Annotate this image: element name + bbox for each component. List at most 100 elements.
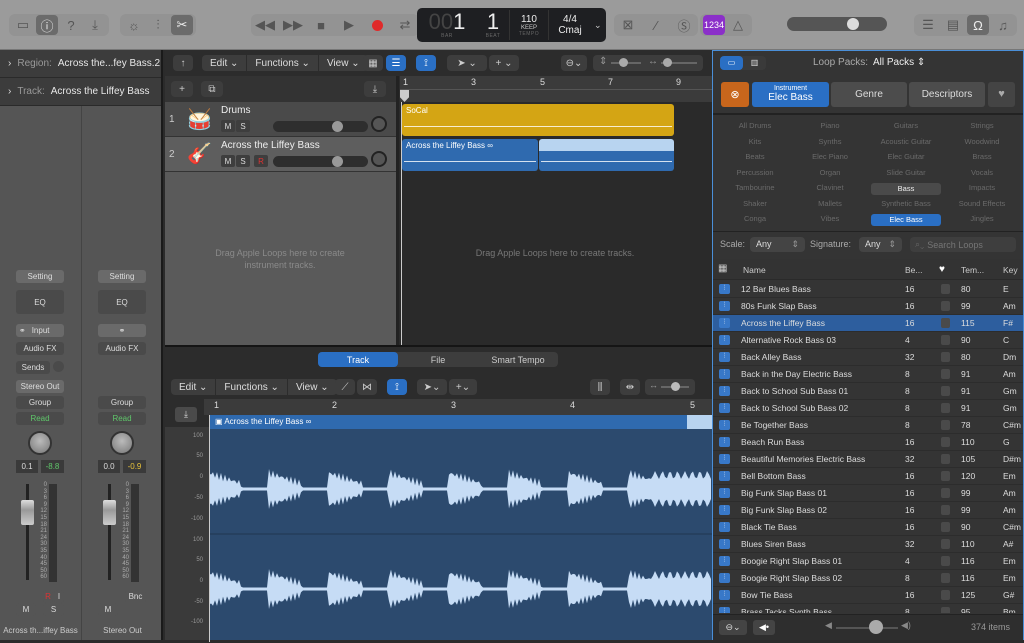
playhead[interactable] [400,90,409,102]
group-button[interactable]: Group [98,396,146,409]
category-woodwind[interactable]: Woodwind [947,137,1017,146]
editor-ruler[interactable]: 1 2 3 4 5 [204,399,712,415]
setting-button[interactable]: Setting [16,270,64,283]
loop-row[interactable]: ⫶ Beach Run Bass 16 110 G [713,434,1023,451]
loop-row[interactable]: ⫶ Big Funk Slap Bass 01 16 99 Am [713,485,1023,502]
record-enable-button[interactable]: R [254,155,268,167]
favorite-checkbox[interactable] [941,386,950,396]
loop-row[interactable]: ⫶ Across the Liffey Bass 16 115 F# [713,315,1023,332]
record-enable-button[interactable]: R [43,590,53,603]
favorite-checkbox[interactable] [941,607,950,613]
instrument-filter-button[interactable]: Instrument Elec Bass [752,82,829,107]
snap-menu[interactable]: ⊖⌄ [561,55,587,71]
genre-filter-button[interactable]: Genre [831,82,907,107]
grid-view-icon[interactable]: ▦ [363,55,383,71]
loop-row[interactable]: ⫶ Bow Tie Bass 16 125 G# [713,587,1023,604]
category-guitars[interactable]: Guitars [871,121,941,130]
bounce-button[interactable]: Bnc [125,590,146,603]
list-editor-icon[interactable]: ☰ [917,15,939,35]
mute-button[interactable]: M [16,603,36,616]
audio-fx-button[interactable]: Audio FX [16,342,64,355]
loop-row[interactable]: ⫶ Bell Bottom Bass 16 120 Em [713,468,1023,485]
track-header-drums[interactable]: 1 🥁 Drums M S [165,102,396,137]
add-track-button[interactable]: + [171,81,193,97]
button-view-icon[interactable]: ▭ [720,56,743,70]
loop-row[interactable]: ⫶ Boogie Right Slap Bass 02 8 116 Em [713,570,1023,587]
view-menu[interactable]: View ⌄ [319,55,368,71]
action-menu-icon[interactable]: ⊖⌄ [719,620,747,635]
column-name[interactable]: Name [743,265,766,275]
stop-icon[interactable]: ■ [310,15,332,35]
color-grid-icon[interactable]: ▦ [718,263,727,274]
tuner-icon[interactable]: ⁄ [645,15,667,35]
reset-filters-button[interactable]: ⊗ [721,82,749,107]
catch-playhead-icon[interactable]: ⟟ [416,55,436,71]
category-clavinet[interactable]: Clavinet [795,183,865,192]
category-elec-bass[interactable]: Elec Bass [871,214,941,226]
preview-speaker-icon[interactable]: ◀• [753,620,775,635]
favorite-checkbox[interactable] [941,539,950,549]
eq-button[interactable]: EQ [16,290,64,314]
favorite-checkbox[interactable] [941,522,950,532]
tab-file[interactable]: File [398,352,478,367]
loop-row[interactable]: ⫶ Back to School Sub Bass 02 8 91 Gm [713,400,1023,417]
loop-row[interactable]: ⫶ Back in the Day Electric Bass 8 91 Am [713,366,1023,383]
track-header-bass[interactable]: 2 🎸 Across the Liffey Bass M S R [165,137,396,172]
master-volume-slider[interactable] [787,17,887,31]
rewind-icon[interactable]: ◀◀ [254,15,276,35]
tracks-view-icon[interactable]: ☰ [386,55,406,71]
category-shaker[interactable]: Shaker [720,199,790,208]
category-elec-guitar[interactable]: Elec Guitar [871,152,941,161]
favorite-checkbox[interactable] [941,318,950,328]
notepad-icon[interactable]: ▤ [942,15,964,35]
media-browser-icon[interactable]: ♫ [992,15,1014,35]
input-monitor-button[interactable]: I [54,590,64,603]
loop-row[interactable]: ⫶ Back to School Sub Bass 01 8 91 Gm [713,383,1023,400]
editor-zoom-slider[interactable]: ↔ [645,379,695,395]
favorite-checkbox[interactable] [941,488,950,498]
waveform-zoom-icon[interactable]: ⫼ [590,379,610,395]
horizontal-zoom-thumb[interactable] [663,58,672,67]
fade-icon[interactable]: ⋈ [357,379,377,395]
region-across-the-liffey-bass[interactable]: Across the Liffey Bass ∞ [402,139,538,171]
loop-row[interactable]: ⫶ Blues Siren Bass 32 110 A# [713,536,1023,553]
loop-row[interactable]: ⫶ Big Funk Slap Bass 02 16 99 Am [713,502,1023,519]
edit-menu[interactable]: Edit ⌄ [202,55,248,71]
pointer-tool-menu[interactable]: ➤ ⌄ [447,55,487,71]
signature-select[interactable]: Any ⇕ [859,237,902,252]
category-organ[interactable]: Organ [795,168,865,177]
duplicate-track-button[interactable]: ⧉ [201,81,223,97]
favorite-checkbox[interactable] [941,454,950,464]
global-tracks-button[interactable]: ⤓ [364,81,386,97]
category-conga[interactable]: Conga [720,214,790,223]
automation-mode[interactable]: Read [98,412,146,425]
mixer-icon[interactable]: ⫶ [147,15,169,35]
edit-menu[interactable]: Edit ⌄ [171,379,217,395]
favorite-checkbox[interactable] [941,369,950,379]
pan-knob[interactable] [28,431,52,455]
send-knob[interactable] [53,361,64,372]
catch-playhead-icon[interactable]: ⟟ [387,379,407,395]
solo-button[interactable]: S [236,155,250,167]
replace-icon[interactable]: ⊠ [617,15,639,35]
solo-button[interactable]: S [236,120,250,132]
setting-button[interactable]: Setting [98,270,146,283]
waveform-display[interactable] [209,429,712,640]
sends-button[interactable]: Sends [16,361,50,374]
category-percussion[interactable]: Percussion [720,168,790,177]
favorite-checkbox[interactable] [941,352,950,362]
loop-row[interactable]: ⫶ Beautiful Memories Electric Bass 32 10… [713,451,1023,468]
solo-button[interactable]: S [43,603,64,616]
loop-row[interactable]: ⫶ Black Tie Bass 16 90 C#m [713,519,1023,536]
pan-knob[interactable] [371,151,387,167]
track-inspector-header[interactable]: › Track: Across the Liffey Bass [0,78,161,106]
favorite-checkbox[interactable] [941,573,950,583]
category-slide-guitar[interactable]: Slide Guitar [871,168,941,177]
output-button[interactable]: Stereo Out [16,380,64,393]
favorite-checkbox[interactable] [941,471,950,481]
master-volume-thumb[interactable] [847,18,859,30]
descriptors-filter-button[interactable]: Descriptors [909,82,985,107]
fit-icon[interactable]: ⇹ [620,379,640,395]
timeline-ruler[interactable]: 1 3 5 7 9 [400,76,712,102]
solo-icon[interactable]: Ⓢ [673,15,695,35]
